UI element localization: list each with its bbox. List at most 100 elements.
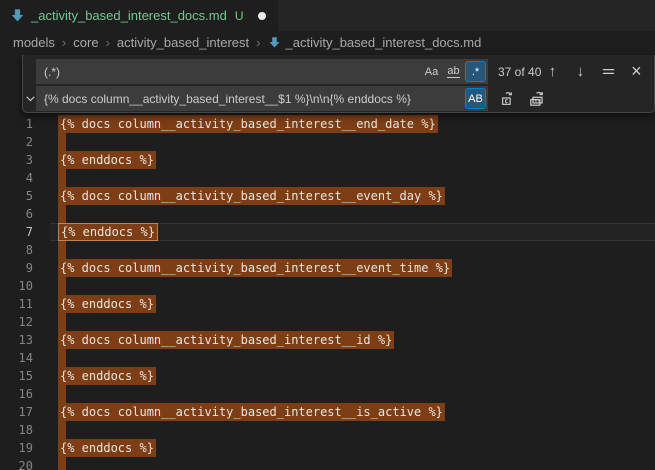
find-input-value: (.*)	[44, 65, 420, 79]
line-number: 7	[0, 223, 33, 241]
find-input[interactable]: (.*) Aa ab .*	[36, 59, 488, 84]
line-number: 18	[0, 421, 33, 439]
breadcrumb-item-core[interactable]: core	[73, 35, 98, 50]
preserve-case-icon: AB	[468, 93, 483, 105]
editor-line[interactable]: 5{% docs column__activity_based_interest…	[0, 187, 655, 205]
line-content: {% docs column__activity_based_interest_…	[58, 115, 438, 133]
find-match-highlight: {% enddocs %}	[58, 367, 156, 385]
toggle-replace-button[interactable]	[23, 85, 37, 111]
line-content	[58, 349, 66, 367]
editor-pane[interactable]: 1 {% docs column__activity_based_interest…	[0, 53, 655, 470]
markdown-file-icon	[268, 36, 281, 49]
find-match-highlight: {% docs column__activity_based_interest_…	[58, 403, 445, 421]
close-icon: ×	[631, 61, 642, 82]
editor-line[interactable]: 4	[0, 169, 655, 187]
find-results-count: 37 of 40	[498, 65, 541, 79]
editor-line[interactable]: 11 {% enddocs %}	[0, 295, 655, 313]
replace-all-button[interactable]	[526, 88, 548, 110]
line-number: 4	[0, 169, 33, 187]
whole-word-icon: ab	[447, 65, 459, 78]
match-case-icon: Aa	[425, 66, 438, 78]
line-content: {% enddocs %}	[58, 295, 156, 313]
line-number: 11	[0, 295, 33, 313]
replace-input[interactable]: {% docs column__activity_based_interest_…	[36, 86, 488, 111]
preserve-case-toggle[interactable]: AB	[465, 88, 486, 109]
find-match-highlight	[58, 241, 66, 259]
editor-line[interactable]: 6	[0, 205, 655, 223]
editor-lines: 1 {% docs column__activity_based_interest…	[0, 53, 655, 470]
line-content: {% docs column__activity_based_interest_…	[58, 403, 445, 421]
find-match-highlight	[58, 169, 66, 187]
editor-line[interactable]: 14	[0, 349, 655, 367]
editor-line[interactable]: 19 {% enddocs %}	[0, 439, 655, 457]
find-in-selection-button[interactable]	[597, 61, 619, 83]
breadcrumb-item-file[interactable]: _activity_based_interest_docs.md	[268, 35, 482, 50]
replace-all-icon	[528, 90, 546, 108]
editor-line[interactable]: 15 {% enddocs %}	[0, 367, 655, 385]
editor-line[interactable]: 12	[0, 313, 655, 331]
previous-match-button[interactable]: ↑	[541, 61, 563, 83]
editor-line[interactable]: 2	[0, 133, 655, 151]
line-number: 19	[0, 439, 33, 457]
line-number: 6	[0, 205, 33, 223]
editor-line[interactable]: 3 {% enddocs %}	[0, 151, 655, 169]
breadcrumb-item-models[interactable]: models	[13, 35, 55, 50]
replace-row: {% docs column__activity_based_interest_…	[36, 86, 648, 111]
line-content	[58, 385, 66, 403]
breadcrumb-item-activity-based-interest[interactable]: activity_based_interest	[117, 35, 249, 50]
line-content: {% enddocs %}	[58, 223, 158, 241]
editor-line[interactable]: 16	[0, 385, 655, 403]
line-content: {% enddocs %}	[58, 151, 156, 169]
match-case-toggle[interactable]: Aa	[421, 61, 442, 82]
line-content	[58, 421, 66, 439]
whole-word-toggle[interactable]: ab	[443, 61, 464, 82]
find-match-highlight: {% docs column__activity_based_interest_…	[58, 259, 452, 277]
next-match-button[interactable]: ↓	[569, 61, 591, 83]
line-content: {% enddocs %}	[58, 439, 156, 457]
line-number: 2	[0, 133, 33, 151]
regex-toggle[interactable]: .*	[465, 61, 486, 82]
line-content	[58, 169, 66, 187]
find-match-highlight	[58, 421, 66, 439]
line-content	[58, 241, 66, 259]
find-match-highlight	[58, 313, 66, 331]
find-match-highlight: {% enddocs %}	[58, 439, 156, 457]
line-content	[58, 277, 66, 295]
line-number: 12	[0, 313, 33, 331]
editor-line[interactable]: 20	[0, 457, 655, 470]
replace-button[interactable]	[497, 88, 519, 110]
editor-line[interactable]: 13{% docs column__activity_based_interes…	[0, 331, 655, 349]
line-number: 14	[0, 349, 33, 367]
line-content	[58, 313, 66, 331]
editor-line[interactable]: 18	[0, 421, 655, 439]
close-find-button[interactable]: ×	[625, 61, 647, 83]
line-content	[58, 205, 66, 223]
editor-line[interactable]: 8	[0, 241, 655, 259]
editor-line[interactable]: 17{% docs column__activity_based_interes…	[0, 403, 655, 421]
line-number: 3	[0, 151, 33, 169]
find-match-highlight	[58, 385, 66, 403]
tab-activity-based-interest-docs[interactable]: _activity_based_interest_docs.md U	[0, 0, 278, 31]
editor-line[interactable]: 1 {% docs column__activity_based_interest…	[0, 115, 655, 133]
arrow-down-icon: ↓	[577, 63, 585, 80]
unsaved-changes-dot[interactable]	[258, 12, 266, 20]
breadcrumb-separator: ›	[256, 35, 260, 50]
breadcrumb-separator: ›	[62, 35, 66, 50]
find-row: (.*) Aa ab .* 37 of 40 ↑ ↓ ×	[36, 59, 648, 84]
line-number: 20	[0, 457, 33, 470]
line-content	[58, 457, 66, 470]
line-number: 15	[0, 367, 33, 385]
editor-line[interactable]: 7 {% enddocs %}	[0, 223, 655, 241]
replace-icon	[500, 90, 517, 107]
find-replace-widget: (.*) Aa ab .* 37 of 40 ↑ ↓ × {% docs col…	[22, 55, 655, 113]
find-match-highlight: {% docs column__activity_based_interest_…	[58, 115, 438, 133]
editor-line[interactable]: 9 {% docs column__activity_based_interest…	[0, 259, 655, 277]
replace-input-value: {% docs column__activity_based_interest_…	[44, 92, 464, 106]
editor-line[interactable]: 10	[0, 277, 655, 295]
selection-lines-icon	[601, 64, 616, 79]
line-number: 9	[0, 259, 33, 277]
line-number: 10	[0, 277, 33, 295]
line-number: 1	[0, 115, 33, 133]
tab-filename: _activity_based_interest_docs.md	[31, 8, 227, 23]
tab-bar: _activity_based_interest_docs.md U	[0, 0, 655, 31]
